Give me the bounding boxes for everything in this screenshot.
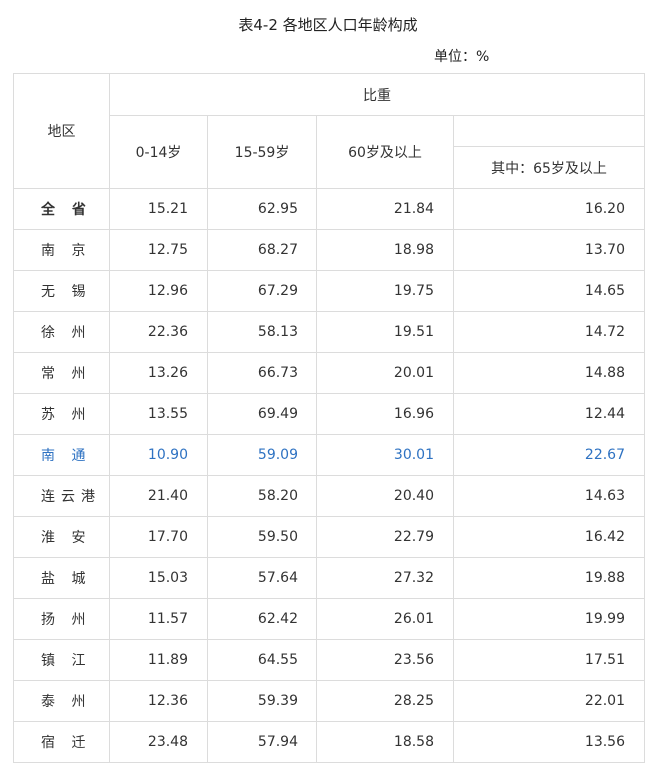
table-row: 镇 江 11.89 64.55 23.56 17.51 bbox=[13, 639, 645, 681]
age-0-14-cell: 11.57 bbox=[109, 598, 208, 640]
age-15-59-cell: 69.49 bbox=[207, 393, 317, 435]
age-65-plus-cell: 14.72 bbox=[453, 311, 645, 353]
region-cell: 苏 州 bbox=[13, 393, 110, 435]
table-row: 连云港 21.40 58.20 20.40 14.63 bbox=[13, 475, 645, 517]
table-body: 全 省 15.21 62.95 21.84 16.20 南 京 12.75 68.27 18.9… bbox=[13, 188, 645, 763]
region-cell: 徐 州 bbox=[13, 311, 110, 353]
header-group: 比重 bbox=[109, 73, 645, 116]
age-65-plus-cell: 22.01 bbox=[453, 680, 645, 722]
region-cell: 镇 江 bbox=[13, 639, 110, 681]
table-row: 苏 州 13.55 69.49 16.96 12.44 bbox=[13, 393, 645, 435]
age-15-59-cell: 59.09 bbox=[207, 434, 317, 476]
region-cell: 盐 城 bbox=[13, 557, 110, 599]
age-15-59-cell: 67.29 bbox=[207, 270, 317, 312]
table-row: 南 通 10.90 59.09 30.01 22.67 bbox=[13, 434, 645, 476]
age-60-plus-cell: 26.01 bbox=[316, 598, 454, 640]
header-age-0-14: 0-14岁 bbox=[109, 115, 208, 189]
age-65-plus-cell: 14.65 bbox=[453, 270, 645, 312]
table-row: 南 京 12.75 68.27 18.98 13.70 bbox=[13, 229, 645, 271]
age-15-59-cell: 57.64 bbox=[207, 557, 317, 599]
region-cell: 淮 安 bbox=[13, 516, 110, 558]
age-15-59-cell: 62.42 bbox=[207, 598, 317, 640]
table-title: 表4-2 各地区人口年龄构成 bbox=[238, 16, 418, 34]
age-65-plus-cell: 16.20 bbox=[453, 188, 645, 230]
age-15-59-cell: 68.27 bbox=[207, 229, 317, 271]
region-cell: 无 锡 bbox=[13, 270, 110, 312]
table-row: 徐 州 22.36 58.13 19.51 14.72 bbox=[13, 311, 645, 353]
header-region: 地区 bbox=[13, 73, 110, 189]
age-0-14-cell: 12.36 bbox=[109, 680, 208, 722]
region-cell: 扬 州 bbox=[13, 598, 110, 640]
table-row: 宿 迁 23.48 57.94 18.58 13.56 bbox=[13, 721, 645, 763]
age-15-59-cell: 62.95 bbox=[207, 188, 317, 230]
unit-label: 单位：% bbox=[434, 49, 490, 65]
header-age-60-plus: 60岁及以上 bbox=[316, 115, 454, 189]
age-65-plus-cell: 17.51 bbox=[453, 639, 645, 681]
age-60-plus-cell: 20.40 bbox=[316, 475, 454, 517]
age-65-plus-cell: 13.70 bbox=[453, 229, 645, 271]
age-0-14-cell: 10.90 bbox=[109, 434, 208, 476]
table-row: 扬 州 11.57 62.42 26.01 19.99 bbox=[13, 598, 645, 640]
table-row: 盐 城 15.03 57.64 27.32 19.88 bbox=[13, 557, 645, 599]
age-60-plus-cell: 21.84 bbox=[316, 188, 454, 230]
region-cell: 常 州 bbox=[13, 352, 110, 394]
age-0-14-cell: 22.36 bbox=[109, 311, 208, 353]
table-row: 常 州 13.26 66.73 20.01 14.88 bbox=[13, 352, 645, 394]
age-60-plus-cell: 28.25 bbox=[316, 680, 454, 722]
age-65-plus-cell: 14.88 bbox=[453, 352, 645, 394]
region-cell: 宿 迁 bbox=[13, 721, 110, 763]
age-60-plus-cell: 19.75 bbox=[316, 270, 454, 312]
age-60-plus-cell: 20.01 bbox=[316, 352, 454, 394]
age-65-plus-cell: 19.88 bbox=[453, 557, 645, 599]
age-65-plus-cell: 22.67 bbox=[453, 434, 645, 476]
age-0-14-cell: 11.89 bbox=[109, 639, 208, 681]
region-cell: 泰 州 bbox=[13, 680, 110, 722]
age-60-plus-cell: 27.32 bbox=[316, 557, 454, 599]
age-60-plus-cell: 23.56 bbox=[316, 639, 454, 681]
age-65-plus-cell: 14.63 bbox=[453, 475, 645, 517]
age-0-14-cell: 15.03 bbox=[109, 557, 208, 599]
age-0-14-cell: 17.70 bbox=[109, 516, 208, 558]
age-0-14-cell: 12.75 bbox=[109, 229, 208, 271]
age-60-plus-cell: 16.96 bbox=[316, 393, 454, 435]
age-0-14-cell: 13.55 bbox=[109, 393, 208, 435]
age-15-59-cell: 59.50 bbox=[207, 516, 317, 558]
age-0-14-cell: 15.21 bbox=[109, 188, 208, 230]
age-60-plus-cell: 30.01 bbox=[316, 434, 454, 476]
region-cell: 南 京 bbox=[13, 229, 110, 271]
age-15-59-cell: 64.55 bbox=[207, 639, 317, 681]
age-60-plus-cell: 18.98 bbox=[316, 229, 454, 271]
age-0-14-cell: 13.26 bbox=[109, 352, 208, 394]
table-row: 无 锡 12.96 67.29 19.75 14.65 bbox=[13, 270, 645, 312]
header-col4-top bbox=[453, 115, 645, 147]
table-row: 全 省 15.21 62.95 21.84 16.20 bbox=[13, 188, 645, 230]
age-15-59-cell: 57.94 bbox=[207, 721, 317, 763]
table-row: 泰 州 12.36 59.39 28.25 22.01 bbox=[13, 680, 645, 722]
region-cell: 全 省 bbox=[13, 188, 110, 230]
age-15-59-cell: 58.13 bbox=[207, 311, 317, 353]
region-cell: 连云港 bbox=[13, 475, 110, 517]
age-15-59-cell: 66.73 bbox=[207, 352, 317, 394]
age-65-plus-cell: 13.56 bbox=[453, 721, 645, 763]
age-structure-table: 地区 比重 0-14岁 15-59岁 60岁及以上 其中：65岁及以上 全 省1… bbox=[13, 73, 645, 763]
age-15-59-cell: 59.39 bbox=[207, 680, 317, 722]
age-60-plus-cell: 19.51 bbox=[316, 311, 454, 353]
age-15-59-cell: 58.20 bbox=[207, 475, 317, 517]
age-0-14-cell: 12.96 bbox=[109, 270, 208, 312]
age-65-plus-cell: 12.44 bbox=[453, 393, 645, 435]
table-row: 淮 安 17.70 59.50 22.79 16.42 bbox=[13, 516, 645, 558]
age-65-plus-cell: 19.99 bbox=[453, 598, 645, 640]
age-0-14-cell: 21.40 bbox=[109, 475, 208, 517]
age-0-14-cell: 23.48 bbox=[109, 721, 208, 763]
age-65-plus-cell: 16.42 bbox=[453, 516, 645, 558]
header-age-65-plus: 其中：65岁及以上 bbox=[453, 146, 645, 189]
age-60-plus-cell: 22.79 bbox=[316, 516, 454, 558]
header-age-15-59: 15-59岁 bbox=[207, 115, 317, 189]
age-60-plus-cell: 18.58 bbox=[316, 721, 454, 763]
region-cell: 南 通 bbox=[13, 434, 110, 476]
